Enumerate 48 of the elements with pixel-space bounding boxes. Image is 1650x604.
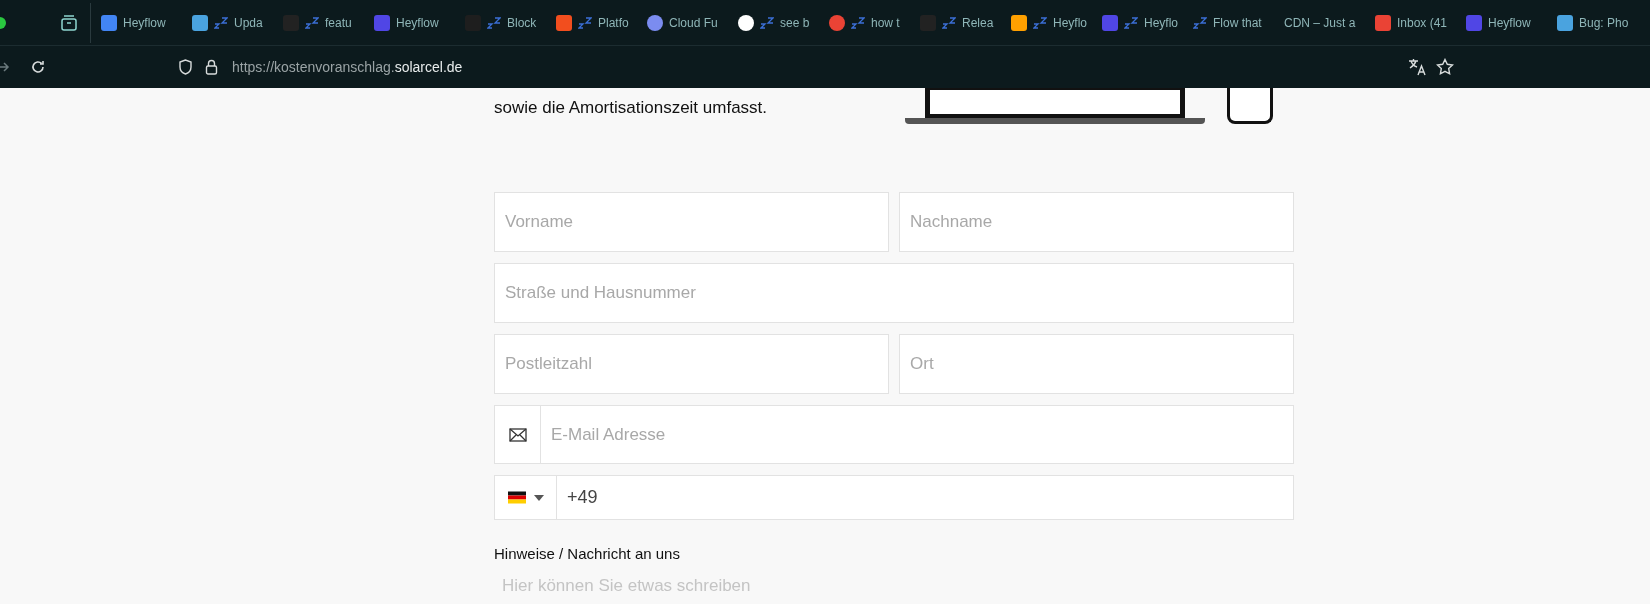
browser-tab[interactable]: Block — [465, 13, 556, 32]
url-text: https://kostenvoranschlag.solarcel.de — [232, 57, 463, 77]
browser-tab[interactable]: Platfo — [556, 13, 647, 32]
input-field[interactable]: Vorname — [494, 192, 889, 252]
browser-tab[interactable]: Cloud Fu — [647, 13, 738, 32]
favicon-icon — [101, 14, 117, 31]
browser-tab[interactable]: Relea — [920, 13, 1011, 32]
browser-tab[interactable]: see b — [738, 13, 829, 32]
input-field[interactable]: Nachname — [899, 192, 1294, 252]
forward-icon[interactable] — [0, 60, 10, 74]
browser-tab[interactable]: Heyflow — [374, 13, 465, 32]
address-bar[interactable]: https://kostenvoranschlag.solarcel.de — [174, 50, 1454, 84]
browser-tab[interactable]: Heyflo — [1102, 13, 1193, 32]
favicon-icon — [1102, 14, 1118, 31]
browser-tab[interactable]: Heyflow — [101, 13, 192, 32]
browser-tab[interactable]: Inbox (41 — [1375, 13, 1466, 32]
browser-tab[interactable]: Heyflo — [1011, 13, 1102, 32]
browser-tab[interactable]: Flow that — [1193, 13, 1284, 32]
translate-icon[interactable] — [1408, 58, 1426, 76]
favicon-icon — [374, 14, 390, 31]
envelope-icon — [508, 427, 527, 442]
input-field[interactable]: Postleitzahl — [494, 334, 889, 394]
favicon-icon — [1011, 14, 1027, 31]
favicon-icon — [192, 14, 208, 31]
caret-icon — [533, 494, 544, 501]
shield-icon[interactable] — [178, 59, 193, 75]
flag-icon — [507, 491, 526, 504]
favicon-icon — [1557, 14, 1573, 31]
input-field[interactable]: Ort — [899, 334, 1294, 394]
tab-overview-icon[interactable] — [60, 13, 78, 32]
favicon-icon — [1375, 14, 1391, 31]
bookmark-star-icon[interactable] — [1436, 58, 1454, 76]
intro-text: sowie die Amortisationszeit umfasst. — [494, 97, 768, 119]
favicon-icon — [829, 14, 845, 31]
input-field[interactable]: Straße und Hausnummer — [494, 263, 1294, 323]
favicon-icon — [647, 14, 663, 31]
favicon-icon — [556, 14, 572, 31]
reload-icon[interactable] — [30, 59, 46, 75]
lock-icon[interactable] — [205, 59, 218, 75]
message-label: Hinweise / Nachricht an uns — [494, 544, 681, 564]
favicon-icon — [1466, 14, 1482, 31]
browser-tab[interactable]: Upda — [192, 13, 283, 32]
browser-tab[interactable]: CDN – Just a — [1284, 13, 1375, 32]
browser-tab[interactable]: Heyflow — [1466, 13, 1557, 32]
browser-tab[interactable]: how t — [829, 13, 920, 32]
browser-tab[interactable]: Bug: Pho — [1557, 13, 1648, 32]
browser-tab[interactable]: featu — [283, 13, 374, 32]
favicon-icon — [738, 14, 754, 31]
